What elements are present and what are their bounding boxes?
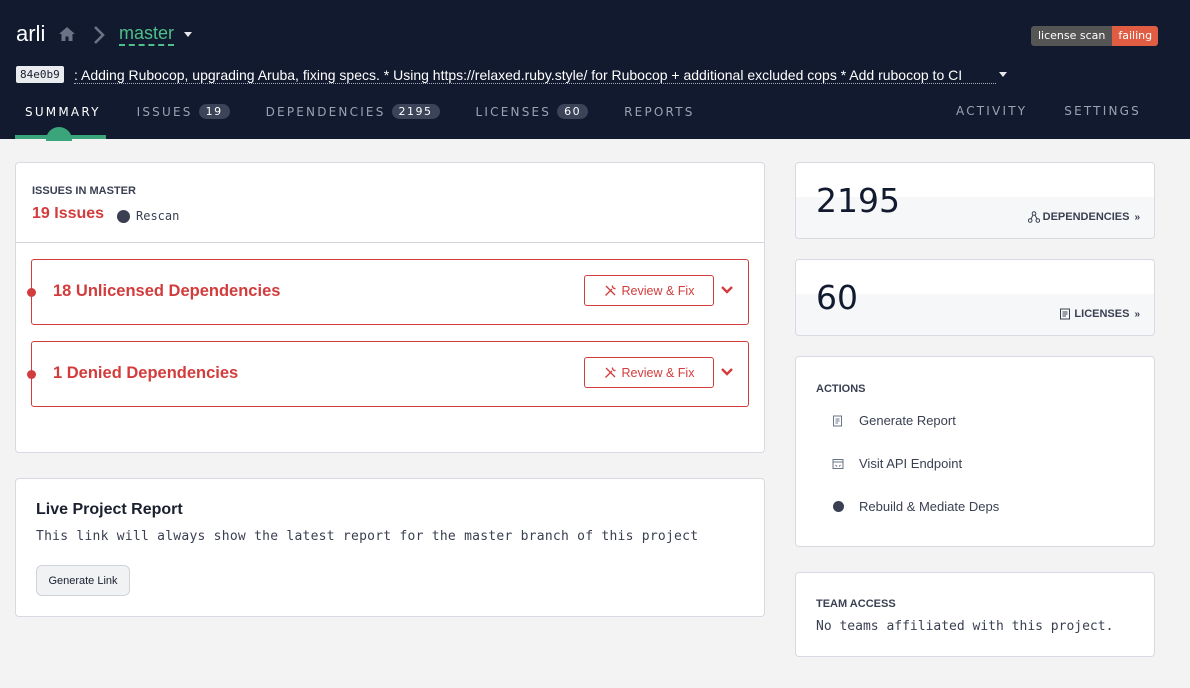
issue-bullet-icon	[27, 288, 36, 297]
dependencies-count: 2195	[816, 181, 900, 220]
issue-bullet-icon	[27, 370, 36, 379]
commit-hash[interactable]: 84e0b9	[16, 66, 64, 83]
tools-icon	[604, 285, 616, 296]
home-icon[interactable]	[58, 26, 76, 42]
tab-issues-label: ISSUES	[136, 104, 193, 119]
chevron-down-icon[interactable]	[720, 285, 734, 295]
license-icon	[1060, 308, 1071, 320]
project-header: arli master license scan failing 84e0b9 …	[0, 0, 1190, 141]
live-report-card: Live Project Report This link will alway…	[15, 478, 765, 617]
tab-activity-label: ACTIVITY	[956, 104, 1028, 118]
dependencies-link[interactable]: DEPENDENCIES »	[1027, 211, 1140, 223]
report-icon	[832, 415, 844, 427]
dependencies-count-badge: 2195	[391, 104, 440, 119]
dependencies-link-label: DEPENDENCIES	[1042, 211, 1130, 223]
issues-card: ISSUES IN MASTER 19 Issues Rescan 18 Unl…	[15, 162, 765, 453]
issues-heading: ISSUES IN MASTER	[32, 185, 136, 197]
review-fix-label: Review & Fix	[621, 283, 695, 298]
tab-summary[interactable]: SUMMARY	[25, 105, 101, 119]
tab-reports[interactable]: REPORTS	[624, 105, 694, 119]
generate-report-action[interactable]: Generate Report	[832, 413, 956, 428]
tab-issues[interactable]: ISSUES 19	[137, 104, 230, 119]
rescan-button[interactable]: Rescan	[117, 209, 179, 223]
tab-reports-label: REPORTS	[624, 104, 695, 119]
issue-row-unlicensed[interactable]: 18 Unlicensed Dependencies Review & Fix	[27, 259, 749, 325]
project-tabs-right: ACTIVITY SETTINGS	[956, 104, 1178, 118]
review-fix-button[interactable]: Review & Fix	[584, 275, 714, 306]
badge-label: license scan	[1031, 26, 1113, 46]
team-access-heading: TEAM ACCESS	[816, 598, 896, 610]
issue-title: 18 Unlicensed Dependencies	[53, 282, 281, 300]
chevron-down-icon[interactable]	[720, 367, 734, 377]
live-report-description: This link will always show the latest re…	[36, 529, 699, 544]
double-chevron-right-icon: »	[1134, 211, 1140, 223]
issues-count: 19 Issues	[32, 205, 105, 222]
badge-status: failing	[1112, 26, 1159, 46]
tab-settings[interactable]: SETTINGS	[1064, 104, 1141, 118]
actions-card: ACTIONS Generate Report Visit API Endpoi…	[795, 356, 1155, 547]
team-access-description: No teams affiliated with this project.	[816, 619, 1114, 634]
project-tabs: SUMMARY ISSUES 19 DEPENDENCIES 2195 LICE…	[25, 104, 731, 119]
licenses-link[interactable]: LICENSES »	[1059, 308, 1140, 320]
commit-message[interactable]: : Adding Rubocop, upgrading Aruba, fixin…	[74, 67, 996, 84]
tab-settings-label: SETTINGS	[1064, 104, 1141, 118]
rebuild-mediate-deps-action[interactable]: Rebuild & Mediate Deps	[832, 499, 999, 514]
licenses-count-badge: 60	[557, 104, 589, 119]
tab-licenses[interactable]: LICENSES 60	[476, 104, 589, 119]
dependencies-icon	[1027, 211, 1040, 223]
license-scan-badge: license scan failing	[1031, 26, 1159, 46]
issue-row-denied[interactable]: 1 Denied Dependencies Review & Fix	[27, 341, 749, 407]
rescan-icon	[117, 209, 130, 223]
api-icon	[832, 458, 844, 470]
chevron-right-icon	[94, 26, 105, 44]
tools-icon	[604, 367, 616, 378]
actions-heading: ACTIONS	[816, 383, 866, 395]
review-fix-button[interactable]: Review & Fix	[584, 357, 714, 388]
team-access-card: TEAM ACCESS No teams affiliated with thi…	[795, 572, 1155, 657]
licenses-stat-card: 60 LICENSES »	[795, 259, 1155, 336]
double-chevron-right-icon: »	[1134, 308, 1140, 320]
generate-report-label: Generate Report	[859, 413, 956, 428]
licenses-count: 60	[816, 278, 858, 317]
divider	[16, 242, 764, 243]
issues-count-badge: 19	[198, 104, 230, 119]
visit-api-endpoint-action[interactable]: Visit API Endpoint	[832, 456, 962, 471]
active-tab-indicator	[15, 135, 106, 139]
generate-link-button[interactable]: Generate Link	[36, 565, 130, 596]
rescan-label: Rescan	[136, 209, 180, 223]
commit-caret-down-icon[interactable]	[999, 72, 1007, 77]
project-name[interactable]: arli	[16, 21, 45, 47]
visit-api-endpoint-label: Visit API Endpoint	[859, 456, 963, 471]
rebuild-mediate-deps-label: Rebuild & Mediate Deps	[859, 499, 1000, 514]
branch-selector[interactable]: master	[119, 24, 175, 46]
tab-dependencies[interactable]: DEPENDENCIES 2195	[266, 104, 440, 119]
licenses-link-label: LICENSES	[1074, 308, 1130, 320]
tab-summary-label: SUMMARY	[25, 104, 101, 119]
issue-title: 1 Denied Dependencies	[53, 364, 239, 382]
dependencies-stat-card: 2195 DEPENDENCIES »	[795, 162, 1155, 239]
tab-activity[interactable]: ACTIVITY	[956, 104, 1027, 118]
caret-down-icon[interactable]	[184, 32, 192, 37]
tab-licenses-label: LICENSES	[475, 104, 552, 119]
rebuild-icon	[832, 501, 844, 513]
live-report-title: Live Project Report	[36, 501, 183, 518]
tab-dependencies-label: DEPENDENCIES	[265, 104, 386, 119]
review-fix-label: Review & Fix	[621, 365, 695, 380]
